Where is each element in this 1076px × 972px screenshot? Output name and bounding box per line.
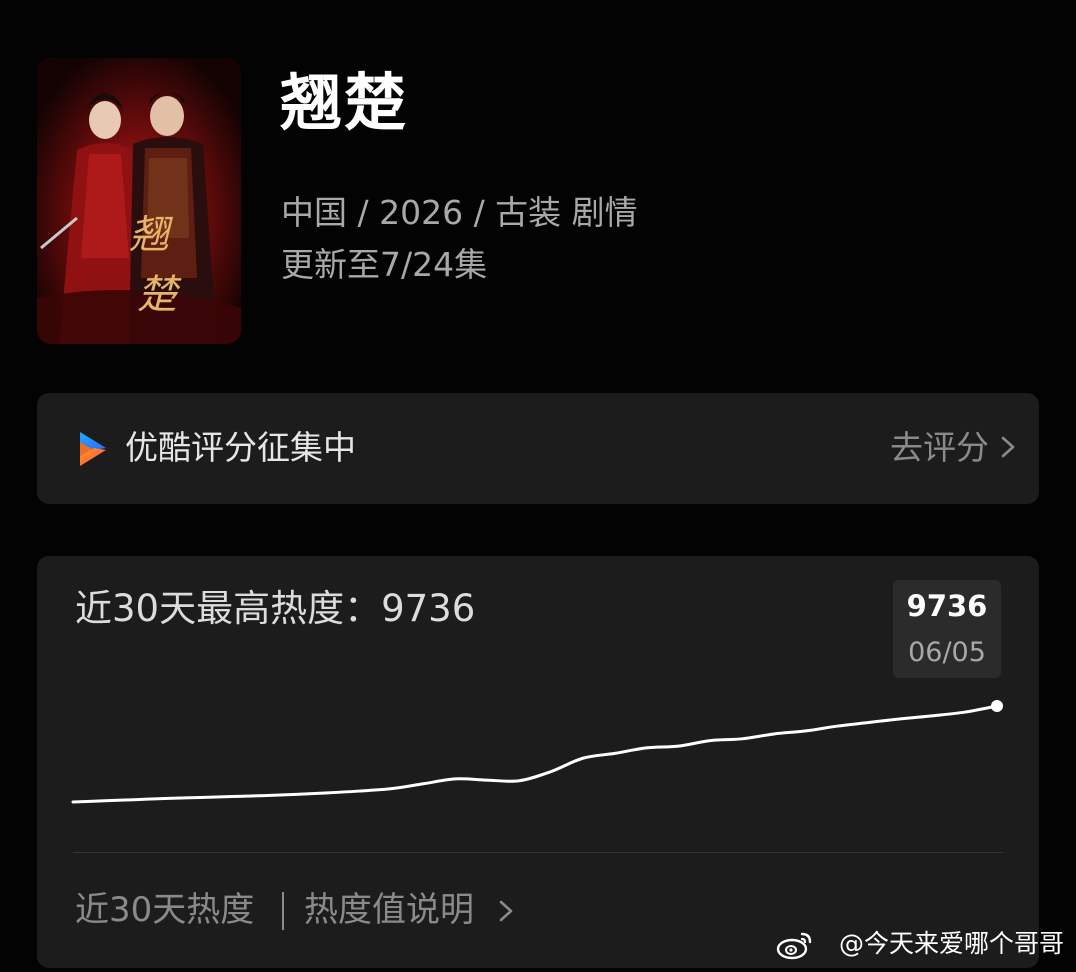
- youku-logo-icon: [80, 432, 106, 466]
- show-poster[interactable]: 翘 楚: [37, 58, 241, 344]
- chevron-right-icon[interactable]: [499, 896, 513, 926]
- heat-30-day-tab[interactable]: 近30天热度: [75, 893, 254, 927]
- show-meta: 中国 / 2026 / 古装 剧情: [281, 193, 638, 232]
- weibo-icon: [776, 932, 812, 960]
- heat-line-chart: [71, 700, 1003, 804]
- tooltip-date: 06/05: [908, 637, 986, 668]
- poster-calligraphy-1: 翘: [129, 212, 174, 258]
- rate-button[interactable]: 去评分: [890, 431, 989, 464]
- heat-explanation-link[interactable]: 热度值说明: [304, 893, 474, 927]
- tooltip-value: 9736: [906, 589, 988, 623]
- chevron-right-icon[interactable]: [1001, 432, 1015, 462]
- poster-artwork: 翘 楚: [37, 58, 241, 344]
- rating-label: 优酷评分征集中: [125, 428, 356, 467]
- footer-separator: [282, 892, 284, 930]
- watermark-text: @今天来爱哪个哥哥: [838, 929, 1064, 958]
- heat-series-line: [71, 704, 999, 804]
- poster-calligraphy-2: 楚: [137, 272, 182, 318]
- rating-card[interactable]: 优酷评分征集中 去评分: [37, 393, 1039, 504]
- show-title: 翘楚: [280, 66, 409, 139]
- chart-tooltip: 9736 06/05: [893, 580, 1001, 678]
- episode-update: 更新至7/24集: [281, 245, 488, 284]
- divider: [73, 852, 1003, 853]
- heat-peak-point[interactable]: [991, 700, 1003, 712]
- heat-card: 近30天最高热度：9736 9736 06/05 近30天热度 热度值说明: [37, 556, 1039, 968]
